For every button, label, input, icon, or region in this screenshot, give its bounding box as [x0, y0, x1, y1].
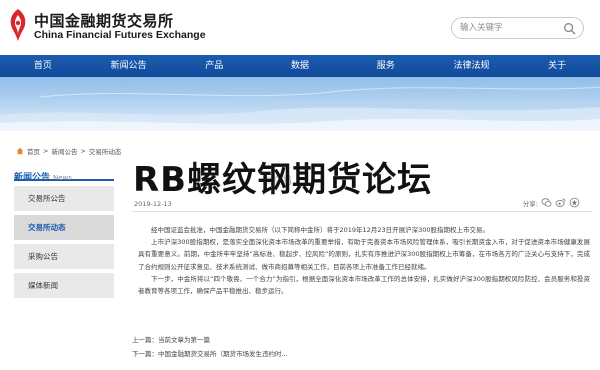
breadcrumb: 首页 > 新闻公告 > 交易所动态	[16, 146, 121, 156]
wechat-icon[interactable]	[541, 197, 552, 208]
nav-item-regulations[interactable]: 法律法规	[429, 55, 515, 77]
nav-item-news[interactable]: 新闻公告	[86, 55, 172, 77]
exchange-logo-icon[interactable]	[6, 8, 30, 42]
search-box	[451, 17, 584, 39]
site-header: 中国金融期货交易所 China Financial Futures Exchan…	[0, 0, 600, 55]
logo-title-cn: 中国金融期货交易所	[34, 12, 174, 30]
banner-skyline-graphic	[0, 86, 600, 131]
search-icon[interactable]	[563, 22, 576, 35]
search-input[interactable]	[460, 21, 560, 35]
breadcrumb-separator: >	[80, 147, 86, 155]
weibo-icon[interactable]	[555, 197, 566, 208]
nav-item-services[interactable]: 服务	[343, 55, 429, 77]
home-icon	[16, 147, 24, 155]
breadcrumb-news[interactable]: 新闻公告	[51, 146, 77, 156]
banner-image	[0, 77, 600, 131]
article-date: 2019-12-13	[134, 200, 172, 208]
sidebar-title-en: News	[53, 174, 72, 182]
logo-title-en: China Financial Futures Exchange	[34, 29, 206, 41]
article-paragraph: 经中国证监会批准，中国金融期货交易所（以下简称中金所）将于2019年12月23日…	[151, 226, 489, 234]
sidebar-item-exchange-announcements[interactable]: 交易所公告	[14, 186, 114, 211]
share-label: 分享:	[522, 199, 538, 208]
article-body: 经中国证监会批准，中国金融期货交易所（以下简称中金所）将于2019年12月23日…	[138, 224, 590, 297]
sidebar-item-media-news[interactable]: 媒体新闻	[14, 273, 114, 298]
nav-item-data[interactable]: 数据	[257, 55, 343, 77]
sidebar-item-exchange-news[interactable]: 交易所动态	[14, 215, 114, 240]
breadcrumb-home[interactable]: 首页	[27, 146, 40, 156]
prev-next-links: 上一篇：当前文章为第一篇 下一篇：中国金融期货交易所（期货市场发生违约时...	[132, 333, 288, 361]
sidebar-item-procurement[interactable]: 采购公告	[14, 244, 114, 269]
sidebar-title-cn: 新闻公告	[14, 173, 51, 183]
article-paragraph: 上市沪深300股指期权，是落实全面深化资本市场改革的重要举措，有助于完善资本市场…	[138, 238, 590, 271]
share-bar: 分享:	[523, 197, 580, 208]
prev-article-link[interactable]: 当前文章为第一篇	[158, 336, 210, 344]
article-paragraph: 下一步，中金所将以“四个敬畏、一个合力”为指引，根据全面深化资本市场改革工作的总…	[138, 274, 590, 296]
next-label: 下一篇：	[132, 350, 158, 358]
prev-article: 上一篇：当前文章为第一篇	[132, 333, 288, 347]
qzone-icon[interactable]	[569, 197, 580, 208]
nav-item-products[interactable]: 产品	[171, 55, 257, 77]
main-nav: 首页 新闻公告 产品 数据 服务 法律法规 关于	[0, 55, 600, 77]
prev-label: 上一篇：	[132, 336, 158, 344]
nav-item-home[interactable]: 首页	[0, 55, 86, 77]
sidebar-menu: 交易所公告 交易所动态 采购公告 媒体新闻	[14, 186, 114, 302]
next-article-link[interactable]: 中国金融期货交易所（期货市场发生违约时...	[158, 350, 288, 358]
overlay-watermark-text: RB螺纹钢期货论坛	[133, 160, 433, 200]
sidebar-title: 新闻公告 News	[14, 165, 114, 183]
next-article: 下一篇：中国金融期货交易所（期货市场发生违约时...	[132, 347, 288, 361]
nav-item-about[interactable]: 关于	[514, 55, 600, 77]
breadcrumb-current[interactable]: 交易所动态	[89, 146, 122, 156]
breadcrumb-separator: >	[43, 147, 49, 155]
